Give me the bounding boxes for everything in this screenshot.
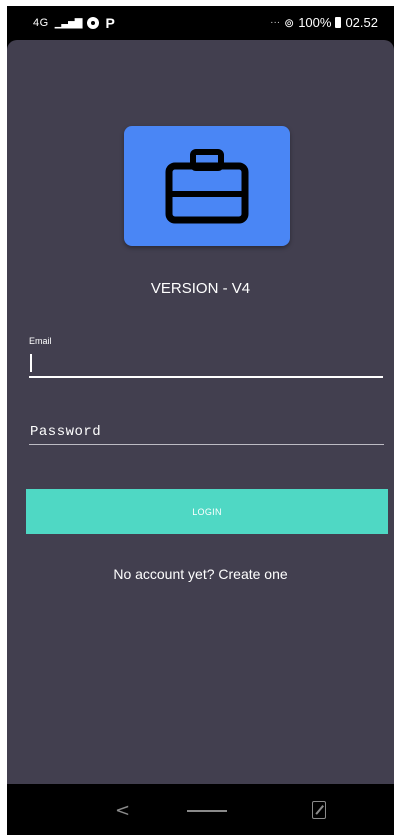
password-field-group: [29, 420, 385, 445]
battery-percent: 100%: [298, 15, 332, 30]
email-field-group: Email: [29, 336, 385, 378]
home-bar-icon[interactable]: [187, 810, 227, 812]
status-bar: 4G ▁▃▅▇ P ··· ⊚ 100% 02.52: [7, 6, 394, 40]
more-dots-icon: ···: [270, 17, 281, 28]
password-field[interactable]: [29, 420, 384, 445]
briefcase-icon: [165, 149, 249, 224]
status-time: 02.52: [345, 15, 378, 30]
status-right-group: ··· ⊚ 100% 02.52: [270, 15, 378, 30]
login-screen: VERSION - V4 Email LOGIN No account yet?…: [7, 40, 394, 784]
app-logo-tile: [124, 126, 290, 246]
signal-bars-icon: ▁▃▅▇: [54, 17, 83, 29]
settings-gear-icon: [87, 17, 100, 29]
navigation-bar: <: [7, 784, 394, 835]
email-field[interactable]: [29, 350, 383, 378]
hotspot-icon: ⊚: [284, 15, 295, 30]
back-chevron-icon[interactable]: <: [115, 800, 130, 821]
status-left-group: 4G ▁▃▅▇ P: [33, 15, 115, 31]
recents-icon[interactable]: [312, 801, 326, 819]
battery-icon: [335, 17, 342, 28]
phone-frame: 4G ▁▃▅▇ P ··· ⊚ 100% 02.52 VERSION - V4 …: [0, 0, 401, 835]
email-label: Email: [29, 336, 52, 346]
version-label: VERSION - V4: [150, 280, 251, 297]
text-cursor: [30, 354, 32, 372]
network-type: 4G: [33, 17, 49, 29]
login-button[interactable]: LOGIN: [26, 489, 388, 534]
p-icon: P: [105, 15, 115, 31]
create-account-link[interactable]: No account yet? Create one: [7, 566, 394, 582]
